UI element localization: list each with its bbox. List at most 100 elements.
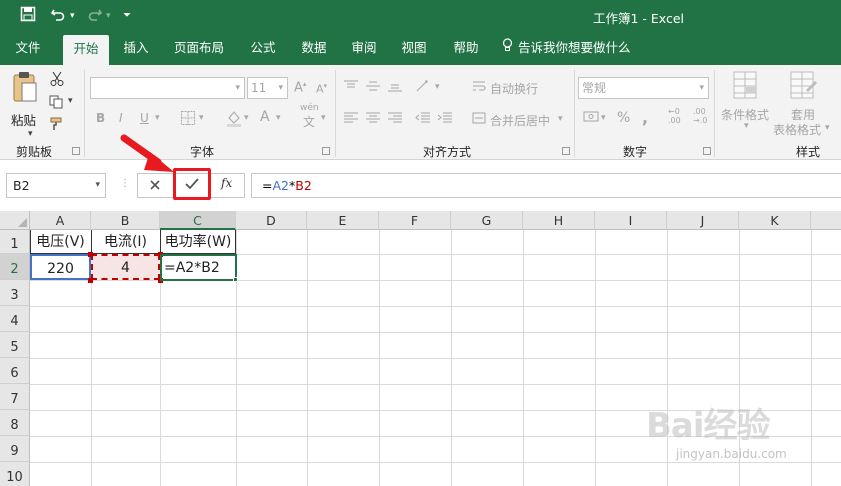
insert-function-icon[interactable]: fx [221, 176, 232, 190]
name-box-dropdown-icon[interactable]: ▾ [95, 174, 100, 197]
paste-button[interactable]: 粘贴 [8, 71, 44, 129]
tab-help[interactable]: 帮助 [443, 33, 489, 65]
gridline [30, 358, 841, 359]
phonetic-guide-icon: wén [300, 103, 319, 113]
bold-button: B [96, 111, 106, 125]
underline-button: U [140, 111, 149, 125]
align-bottom-icon [387, 79, 403, 96]
number-format-value: 常规 [582, 81, 607, 95]
column-header-i[interactable]: I [595, 211, 667, 230]
number-group-label: 数字 [623, 145, 648, 159]
conditional-format-icon [733, 71, 759, 104]
cell-b1[interactable]: 电流(I) [91, 230, 160, 254]
column-header-d[interactable]: D [236, 211, 307, 230]
column-header-j[interactable]: J [667, 211, 739, 230]
formula-ref-a2: A2 [272, 178, 289, 193]
tab-home[interactable]: 开始 [63, 35, 109, 65]
tab-view[interactable]: 视图 [391, 33, 437, 65]
copy-icon[interactable] [49, 95, 64, 112]
column-header-g[interactable]: G [451, 211, 523, 230]
title-bar: ▾ ▾ ⏷ 工作簿1 - Excel [0, 0, 841, 33]
font-name-dropdown-icon: ▾ [235, 83, 240, 93]
gridline [30, 280, 841, 281]
tab-review[interactable]: 审阅 [341, 33, 387, 65]
phonetic-dropdown-icon: ▾ [321, 113, 326, 123]
group-divider [84, 70, 85, 157]
row-header-6[interactable]: 6 [0, 358, 30, 384]
tab-insert[interactable]: 插入 [113, 33, 159, 65]
row-header-5[interactable]: 5 [0, 332, 30, 358]
column-header-k[interactable]: K [739, 211, 811, 230]
row-header-8[interactable]: 8 [0, 410, 30, 436]
row-header-1[interactable]: 1 [0, 230, 30, 254]
font-size-select: 11 ▾ [247, 77, 288, 99]
format-as-table-dropdown-icon: ▾ [825, 123, 830, 133]
format-painter-icon[interactable] [50, 117, 64, 134]
row-header-10[interactable]: 10 [0, 462, 30, 486]
row-header-3[interactable]: 3 [0, 280, 30, 306]
cell-c1[interactable]: 电功率(W) [160, 230, 236, 254]
decrease-decimal-icon: .00 →.0 [693, 107, 708, 125]
save-icon[interactable] [20, 6, 36, 26]
select-all-corner[interactable] [0, 211, 30, 230]
customize-qat-icon[interactable]: ⏷ [123, 10, 131, 21]
fill-color-dropdown-icon: ▾ [244, 113, 249, 123]
cell-b2[interactable]: 4 [91, 254, 160, 280]
column-header-c[interactable]: C [160, 211, 236, 230]
cell-c2-active[interactable]: =A2*B2 [160, 254, 237, 281]
range-handle[interactable] [88, 252, 93, 257]
wrap-text-button: 自动换行 [490, 82, 539, 96]
merge-dropdown-icon: ▾ [558, 114, 563, 124]
annotation-arrow-icon [120, 134, 174, 172]
fill-handle[interactable] [233, 277, 238, 282]
range-handle[interactable] [88, 278, 93, 283]
borders-dropdown-icon: ▾ [199, 113, 204, 123]
ribbon-tabs: 文件 开始 插入 页面布局 公式 数据 审阅 视图 帮助 告诉我你想要做什么 [0, 33, 841, 65]
row-header-2[interactable]: 2 [0, 254, 30, 280]
formula-equals: = [262, 178, 273, 193]
copy-dropdown-icon[interactable]: ▾ [68, 96, 73, 106]
orientation-icon [415, 79, 433, 96]
cancel-icon[interactable] [148, 177, 162, 196]
font-size-value: 11 [251, 81, 267, 95]
font-group-label: 字体 [190, 145, 215, 159]
column-header-f[interactable]: F [379, 211, 451, 230]
tell-me-search[interactable]: 告诉我你想要做什么 [502, 33, 642, 65]
group-divider [714, 70, 715, 157]
number-format-dropdown-icon: ▾ [699, 83, 704, 93]
increase-font-icon: A▴ [294, 80, 307, 96]
italic-button: I [119, 111, 123, 125]
formula-input[interactable]: =A2*B2 [251, 173, 841, 198]
tab-data[interactable]: 数据 [291, 33, 337, 65]
fill-color-icon [225, 109, 243, 130]
cut-icon[interactable] [50, 71, 64, 90]
cell-a2[interactable]: 220 [30, 254, 91, 280]
paste-dropdown-icon[interactable]: ▾ [28, 129, 33, 139]
clipboard-launcher-icon[interactable] [72, 147, 80, 155]
tab-formulas[interactable]: 公式 [240, 33, 286, 65]
align-center-icon [365, 111, 381, 128]
name-box-value: B2 [13, 178, 30, 193]
formula-bar-splitter[interactable]: ⋮ [120, 178, 130, 189]
font-color-dropdown-icon: ▾ [276, 113, 281, 123]
column-header-a[interactable]: A [30, 211, 91, 230]
comma-style-icon: , [642, 108, 649, 127]
decrease-indent-icon [415, 111, 431, 128]
name-box[interactable]: B2 ▾ [6, 173, 106, 198]
row-header-4[interactable]: 4 [0, 306, 30, 332]
column-header-l[interactable] [811, 211, 841, 230]
column-header-b[interactable]: B [91, 211, 160, 230]
font-color-icon: A [260, 109, 270, 125]
redo-dropdown-icon: ▾ [106, 11, 111, 21]
tab-page-layout[interactable]: 页面布局 [166, 33, 232, 65]
undo-icon[interactable] [50, 6, 66, 26]
cell-a1[interactable]: 电压(V) [30, 230, 91, 254]
tab-file[interactable]: 文件 [5, 33, 51, 65]
row-header-7[interactable]: 7 [0, 384, 30, 410]
clipboard-icon [12, 71, 38, 107]
column-header-h[interactable]: H [523, 211, 595, 230]
column-header-e[interactable]: E [307, 211, 379, 230]
row-header-9[interactable]: 9 [0, 436, 30, 462]
undo-dropdown-icon[interactable]: ▾ [70, 11, 75, 21]
watermark-logo: Bai经验 [646, 406, 771, 446]
